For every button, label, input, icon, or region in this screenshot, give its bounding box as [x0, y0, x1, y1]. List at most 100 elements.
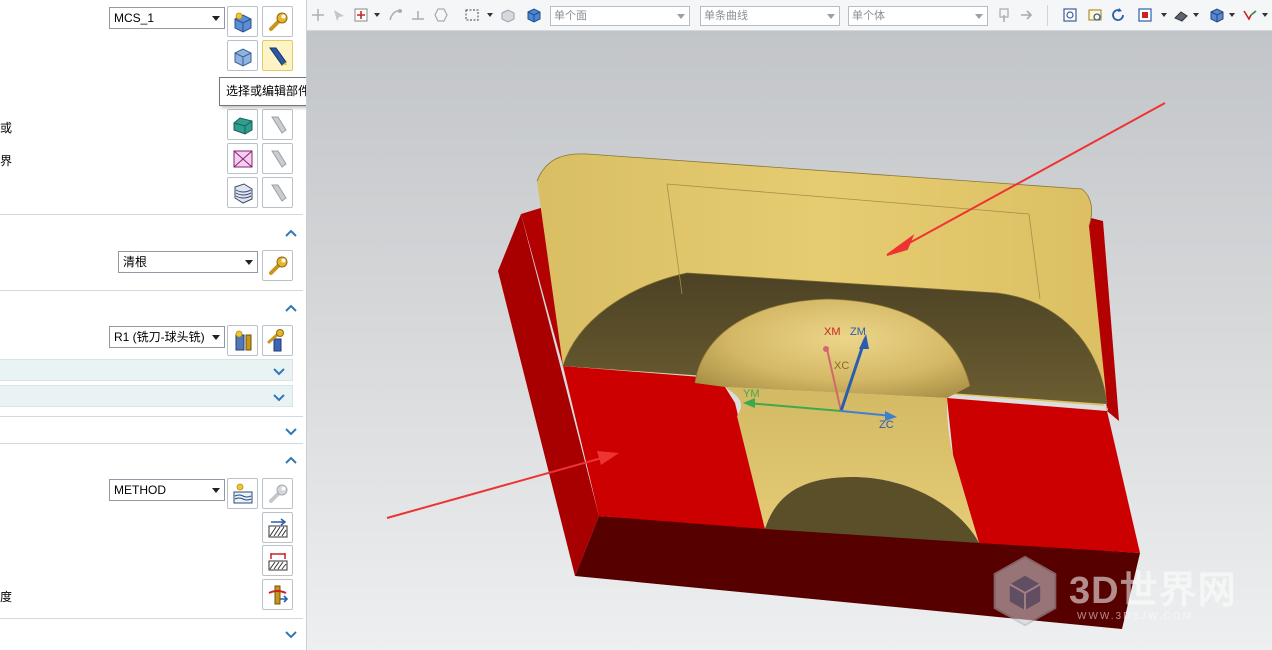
select-solid-button[interactable]	[526, 7, 542, 23]
point-on-curve-button[interactable]	[353, 7, 369, 23]
selection-toolbar: 单个面 单条曲线 单个体	[307, 0, 1272, 31]
section-divider	[0, 214, 303, 215]
feeds-speeds-icon	[268, 585, 289, 605]
new-method-button[interactable]	[227, 478, 258, 509]
expand-subsection-button[interactable]	[272, 392, 286, 402]
row-label-fragment: 或	[0, 121, 13, 135]
quick-pick-button[interactable]	[997, 7, 1013, 23]
face-rule-value: 单个面	[554, 10, 587, 22]
edit-method-button[interactable]	[262, 478, 293, 509]
watermark-url: WWW.3DSJW.COM	[1077, 611, 1193, 622]
snap-arrow-button[interactable]	[331, 7, 347, 23]
flashlight-disabled-icon	[271, 116, 287, 134]
show-cut-area-button[interactable]	[262, 109, 293, 140]
cut-area-button[interactable]	[227, 109, 258, 140]
chevron-down-icon	[677, 14, 685, 19]
trim-boundary-button[interactable]	[227, 143, 258, 174]
chevron-down-icon[interactable]	[1161, 13, 1167, 17]
chevron-down-icon	[212, 335, 220, 340]
expand-section-button[interactable]	[284, 629, 298, 639]
edit-geometry-button[interactable]	[262, 6, 293, 37]
chevron-down-icon	[212, 488, 220, 493]
non-cutting-moves-button[interactable]	[262, 545, 293, 576]
axis-label: ZC	[879, 419, 894, 431]
new-geometry-icon	[234, 12, 252, 33]
tool-subsection-1[interactable]	[0, 359, 293, 381]
new-tool-button[interactable]	[227, 325, 258, 356]
quick-pick-icon	[999, 8, 1009, 22]
graphics-viewport[interactable]: XM ZM XC YM ZC 3D世界网 WWW.3DSJW.COM	[307, 31, 1272, 650]
edit-drive-method-button[interactable]	[262, 250, 293, 281]
chevron-down-icon[interactable]	[1262, 13, 1268, 17]
flashlight-icon	[269, 47, 287, 66]
render-style-icon	[1174, 11, 1188, 22]
method-combo[interactable]: METHOD	[109, 479, 225, 501]
show-reference-tool-button[interactable]	[262, 177, 293, 208]
render-style-button[interactable]	[1173, 7, 1189, 23]
part-geometry-button[interactable]	[227, 40, 258, 71]
feeds-and-speeds-button[interactable]	[262, 579, 293, 610]
fit-view-button[interactable]	[1062, 7, 1078, 23]
snap-end-button[interactable]	[387, 7, 403, 23]
cutting-parameters-button[interactable]	[262, 512, 293, 543]
reference-tool-button[interactable]	[227, 177, 258, 208]
rotate-button[interactable]	[1110, 7, 1126, 23]
chevron-down-icon	[212, 16, 220, 21]
collapse-section-button[interactable]	[284, 454, 298, 464]
select-edit-part-geometry-button[interactable]	[262, 40, 293, 71]
geometry-combo-value: MCS_1	[114, 11, 155, 25]
curve-rule-combo[interactable]: 单条曲线	[700, 6, 840, 26]
new-geometry-button[interactable]	[227, 6, 258, 37]
wrench-icon	[269, 256, 288, 275]
flashlight-disabled-icon	[271, 150, 287, 168]
chevron-up-icon	[285, 229, 297, 237]
tool-combo[interactable]: R1 (铣刀-球头铣)	[109, 326, 225, 348]
zoom-window-icon	[1088, 9, 1102, 21]
snap-mid-button[interactable]	[410, 7, 426, 23]
expand-subsection-button[interactable]	[272, 366, 286, 376]
body-rule-combo[interactable]: 单个体	[848, 6, 988, 26]
snap-point-button[interactable]	[310, 7, 326, 23]
chevron-down-icon	[273, 368, 285, 376]
view-cube-button[interactable]	[1209, 7, 1225, 23]
rectangle-select-button[interactable]	[464, 7, 480, 23]
expand-section-button[interactable]	[284, 426, 298, 436]
display-options-button[interactable]	[1242, 7, 1258, 23]
geometry-combo[interactable]: MCS_1	[109, 7, 225, 29]
select-body-button[interactable]	[500, 7, 516, 23]
chevron-down-icon[interactable]	[487, 13, 493, 17]
show-trim-boundary-button[interactable]	[262, 143, 293, 174]
watermark-logo-icon	[993, 555, 1057, 627]
view-cube-icon	[1210, 8, 1224, 23]
chevron-down-icon[interactable]	[1193, 13, 1199, 17]
zoom-window-button[interactable]	[1087, 7, 1103, 23]
chevron-down-icon[interactable]	[374, 13, 380, 17]
chevron-down-icon	[285, 631, 297, 639]
forward-button[interactable]	[1019, 7, 1035, 23]
endpoint-icon	[389, 9, 402, 21]
cursor-snap-icon	[334, 10, 344, 21]
wrench-disabled-icon	[269, 484, 288, 503]
new-method-icon	[233, 483, 253, 504]
reference-tool-icon	[234, 183, 253, 204]
chevron-down-icon[interactable]	[1229, 13, 1235, 17]
section-divider	[0, 290, 303, 291]
face-rule-combo[interactable]: 单个面	[550, 6, 690, 26]
watermark: 3D世界网 WWW.3DSJW.COM	[987, 553, 1257, 633]
collapse-section-button[interactable]	[284, 302, 298, 312]
collapse-section-button[interactable]	[284, 227, 298, 237]
tool-combo-value: R1 (铣刀-球头铣)	[114, 330, 205, 344]
hexagon-icon	[434, 8, 448, 22]
operation-dialog-panel: MCS_1 选择或编辑部件几何体 或 界	[0, 0, 307, 650]
snap-center-button[interactable]	[433, 7, 449, 23]
chevron-down-icon	[827, 14, 835, 19]
drive-method-combo[interactable]: 清根	[118, 251, 258, 273]
orient-view-button[interactable]	[1137, 7, 1153, 23]
edit-tool-button[interactable]	[262, 325, 293, 356]
orient-view-icon	[1138, 8, 1152, 22]
section-divider	[0, 618, 303, 619]
tool-subsection-2[interactable]	[0, 385, 293, 407]
chevron-down-icon	[273, 394, 285, 402]
section-divider	[0, 416, 303, 417]
arrow-right-icon	[1021, 10, 1033, 20]
